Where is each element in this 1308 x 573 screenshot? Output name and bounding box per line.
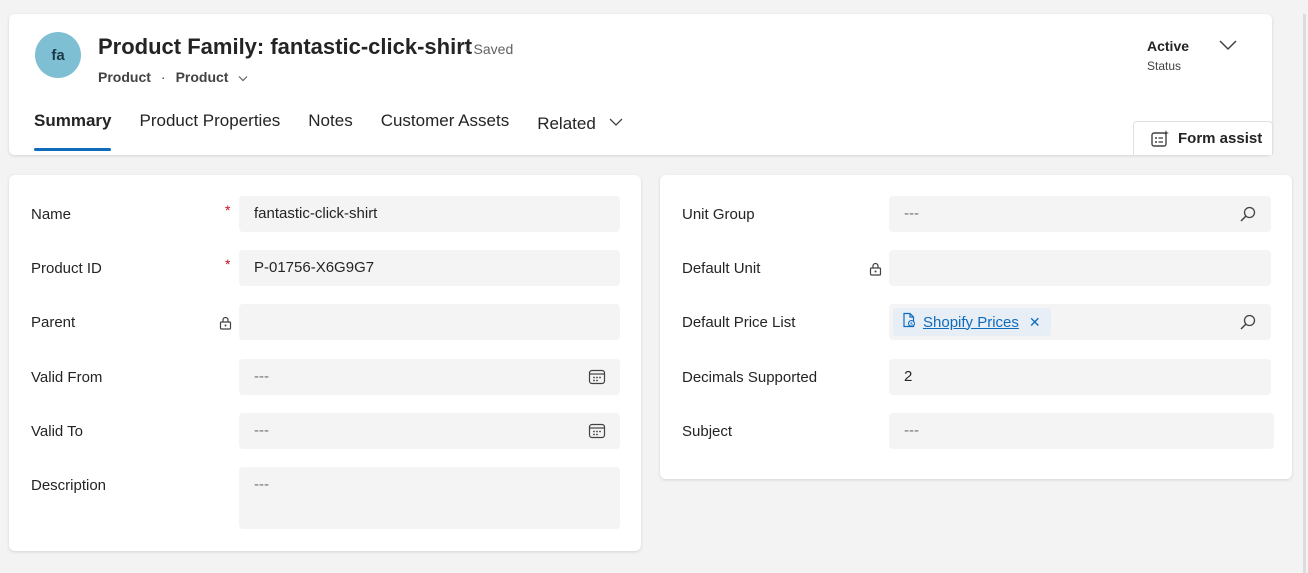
search-icon[interactable] (1239, 313, 1257, 335)
tab-product-properties[interactable]: Product Properties (139, 111, 280, 134)
save-status: - Saved (465, 41, 514, 57)
field-row-valid-to: Valid To --- (9, 413, 641, 449)
field-label: Name (31, 206, 72, 223)
field-label: Subject (682, 423, 733, 440)
field-row-subject: Subject --- (660, 413, 1292, 449)
record-header: fa Product Family: fantastic-click-shirt… (9, 14, 1273, 155)
product-id-input[interactable]: P-01756-X6G9G7 (239, 250, 620, 286)
field-row-decimals-supported: Decimals Supported 2 (660, 359, 1292, 395)
tab-notes[interactable]: Notes (308, 111, 352, 134)
chevron-down-icon (609, 111, 623, 131)
remove-tag-icon[interactable]: ✕ (1029, 314, 1041, 331)
parent-input (239, 304, 620, 340)
chevron-down-icon (1219, 40, 1237, 51)
avatar: fa (35, 32, 81, 78)
field-row-default-price-list: Default Price List $ Shopify Prices ✕ (660, 304, 1292, 340)
search-icon[interactable] (1239, 205, 1257, 227)
calendar-icon[interactable] (588, 368, 606, 390)
valid-from-input[interactable]: --- (239, 359, 620, 395)
default-price-list-lookup[interactable]: $ Shopify Prices ✕ (889, 304, 1271, 340)
unit-group-value: --- (904, 205, 919, 222)
valid-to-value: --- (254, 422, 269, 439)
field-label: Unit Group (682, 206, 755, 223)
field-row-product-id: Product ID * P-01756-X6G9G7 (9, 250, 641, 286)
field-row-unit-group: Unit Group --- (660, 196, 1292, 232)
status-field: Active Status (1147, 38, 1189, 73)
tab-related[interactable]: Related (537, 111, 623, 134)
general-section: Name * fantastic-click-shirt Product ID … (9, 175, 641, 551)
lock-icon (219, 316, 232, 335)
form-assist-button[interactable]: Form assist (1133, 121, 1273, 155)
breadcrumb-separator: · (160, 69, 166, 85)
price-list-document-icon: $ (901, 312, 917, 332)
page-title: Product Family: fantastic-click-shirt (98, 34, 473, 59)
field-label: Default Unit (682, 260, 761, 277)
valid-to-input[interactable]: --- (239, 413, 620, 449)
header-expand-button[interactable] (1218, 38, 1244, 58)
form-selector[interactable]: Product (176, 69, 249, 85)
decimals-supported-input[interactable]: 2 (889, 359, 1271, 395)
field-label: Valid From (31, 369, 103, 386)
form-assist-icon (1151, 129, 1169, 147)
unit-group-lookup[interactable]: --- (889, 196, 1271, 232)
page-scrollbar[interactable] (1303, 14, 1306, 573)
chevron-down-icon (238, 74, 248, 85)
name-input[interactable]: fantastic-click-shirt (239, 196, 620, 232)
status-label: Status (1147, 59, 1182, 73)
default-unit-input (889, 250, 1271, 286)
breadcrumb: Product · Product (98, 69, 248, 85)
tab-related-label: Related (537, 114, 596, 133)
field-label: Description (31, 477, 107, 494)
tab-summary[interactable]: Summary (34, 111, 112, 151)
svg-text:$: $ (910, 321, 913, 327)
field-label: Default Price List (682, 314, 796, 331)
field-row-valid-from: Valid From --- (9, 359, 641, 395)
field-label: Valid To (31, 423, 83, 440)
lock-icon (869, 262, 882, 281)
field-row-name: Name * fantastic-click-shirt (9, 196, 641, 232)
form-assist-label: Form assist (1178, 130, 1263, 147)
price-list-link[interactable]: Shopify Prices (923, 314, 1019, 331)
calendar-icon[interactable] (588, 422, 606, 444)
tab-customer-assets[interactable]: Customer Assets (381, 111, 510, 134)
status-value: Active (1147, 38, 1190, 54)
details-section: Unit Group --- Default Unit Default Pric… (660, 175, 1292, 479)
field-row-parent: Parent (9, 304, 641, 340)
description-textarea[interactable]: --- (239, 467, 620, 529)
form-selector-label: Product (175, 69, 229, 85)
field-row-default-unit: Default Unit (660, 250, 1292, 286)
field-row-description: Description --- (9, 467, 641, 529)
tab-list: Summary Product Properties Notes Custome… (34, 111, 651, 151)
field-label: Decimals Supported (682, 369, 818, 386)
required-indicator: * (225, 202, 231, 218)
field-label: Product ID (31, 260, 102, 277)
required-indicator: * (225, 256, 231, 272)
field-label: Parent (31, 314, 76, 331)
breadcrumb-entity: Product (98, 69, 151, 85)
lookup-tag: $ Shopify Prices ✕ (893, 308, 1051, 336)
valid-from-value: --- (254, 368, 269, 385)
subject-input[interactable]: --- (889, 413, 1274, 449)
